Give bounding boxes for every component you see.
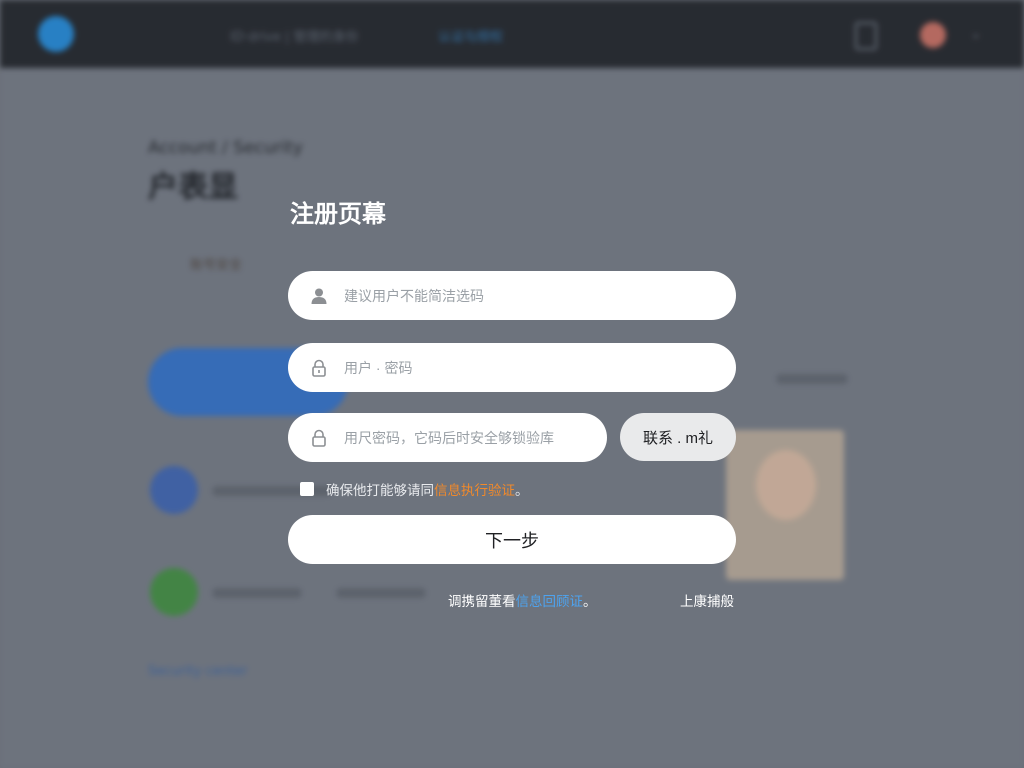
footer-left-suffix: 。	[583, 594, 597, 609]
footer-left-link[interactable]: 信息回顾证	[516, 594, 584, 609]
footer-left-text: 调携留董看	[448, 594, 516, 609]
agreement-row: 确保他打能够请同 信息执行验证 。	[300, 479, 529, 499]
username-field[interactable]: 建议用户不能简洁选码	[288, 271, 736, 320]
verification-code-placeholder: 用尺密码，它码后时安全够锁验库	[344, 429, 554, 446]
form-title: 注册页幕	[290, 200, 386, 228]
verification-code-field[interactable]: 用尺密码，它码后时安全够锁验库	[288, 413, 607, 462]
agreement-link[interactable]: 信息执行验证	[434, 479, 515, 499]
agreement-checkbox[interactable]	[300, 482, 314, 496]
username-placeholder: 建议用户不能简洁选码	[344, 287, 484, 304]
lock-icon	[310, 359, 328, 377]
agreement-text: 确保他打能够请同	[326, 483, 434, 498]
next-step-button[interactable]: 下一步	[288, 515, 736, 564]
agreement-suffix: 。	[515, 483, 529, 498]
lock-icon	[310, 429, 328, 447]
contact-button[interactable]: 联系 . m礼	[620, 413, 736, 461]
registration-form: 注册页幕 建议用户不能简洁选码 用户 · 密码 用尺密码，它码后时安全够锁验库 …	[0, 0, 1024, 768]
user-icon	[310, 287, 328, 305]
footer-left: 调携留董看信息回顾证。	[448, 590, 597, 610]
footer-right-link[interactable]: 上康捕般	[680, 590, 734, 610]
password-placeholder: 用户 · 密码	[344, 359, 413, 376]
password-field[interactable]: 用户 · 密码	[288, 343, 736, 392]
